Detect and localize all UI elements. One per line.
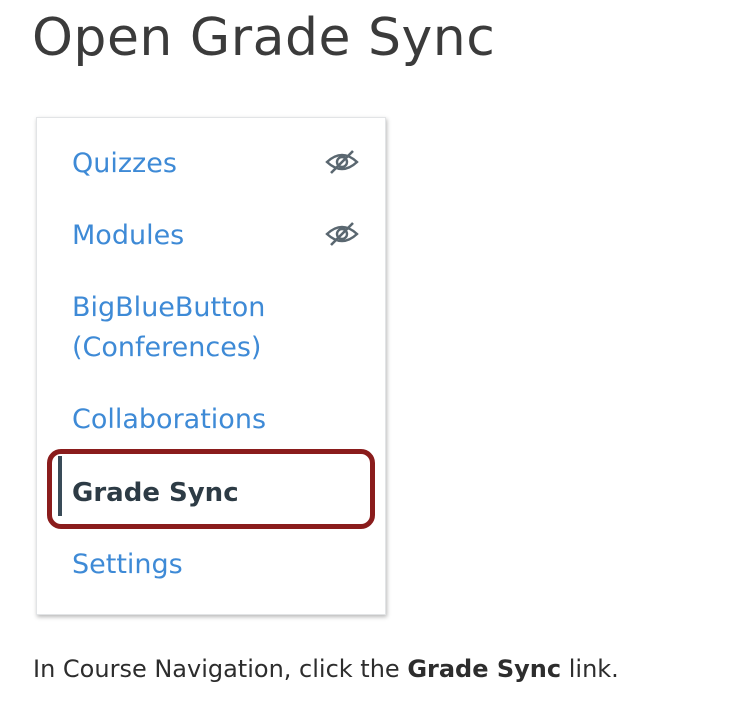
nav-item-label-line2: (Conferences)	[72, 332, 262, 363]
nav-item-quizzes[interactable]: Quizzes	[72, 144, 177, 184]
active-indicator	[58, 456, 62, 516]
nav-item-grade-sync[interactable]: Grade Sync	[72, 473, 239, 513]
instruction-after: link.	[561, 655, 619, 683]
nav-item-label: Settings	[72, 549, 183, 580]
nav-item-label: Grade Sync	[72, 478, 239, 508]
page-title: Open Grade Sync	[32, 8, 496, 68]
eye-slash-icon	[325, 148, 359, 176]
course-navigation-menu: Quizzes Modules BigBlueButton (Conferenc…	[36, 117, 386, 615]
nav-item-bigbluebutton[interactable]: BigBlueButton (Conferences)	[72, 288, 265, 368]
page: Open Grade Sync Quizzes Modules BigBlueB…	[0, 0, 740, 710]
instruction-text: In Course Navigation, click the Grade Sy…	[33, 655, 619, 683]
eye-slash-icon	[325, 220, 359, 248]
nav-item-settings[interactable]: Settings	[72, 545, 183, 585]
nav-item-collaborations[interactable]: Collaborations	[72, 400, 266, 440]
nav-item-label: Collaborations	[72, 404, 267, 435]
nav-item-label: Quizzes	[72, 148, 177, 179]
nav-item-modules[interactable]: Modules	[72, 216, 184, 256]
instruction-before: In Course Navigation, click the	[33, 655, 408, 683]
nav-item-label-line1: BigBlueButton	[72, 292, 266, 323]
instruction-emphasis: Grade Sync	[407, 655, 562, 683]
nav-item-label: Modules	[72, 220, 185, 251]
